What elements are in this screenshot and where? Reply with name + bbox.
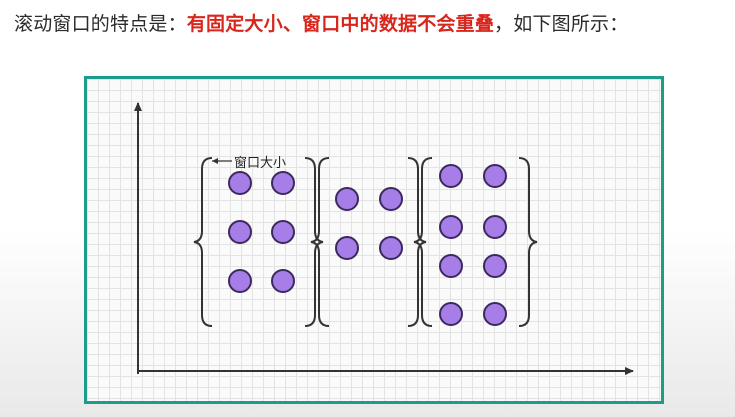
data-dot xyxy=(439,215,463,239)
data-dot xyxy=(379,236,403,260)
window-size-label: 窗口大小 xyxy=(234,155,286,171)
data-dot xyxy=(271,269,295,293)
window-2-dots xyxy=(335,187,403,260)
data-dot xyxy=(483,215,507,239)
data-dot xyxy=(439,254,463,278)
window-3-dots xyxy=(439,164,507,326)
data-dot xyxy=(228,220,252,244)
data-dot xyxy=(335,236,359,260)
data-dot xyxy=(271,171,295,195)
heading-prefix: 滚动窗口的特点是： xyxy=(14,13,187,35)
data-dot xyxy=(271,220,295,244)
window-3-right-brace xyxy=(518,157,538,327)
diagram-frame: 窗口大小 xyxy=(84,76,664,404)
heading-emphasis: 有固定大小、窗口中的数据不会重叠 xyxy=(186,13,495,35)
data-dot xyxy=(335,187,359,211)
diagram-canvas: 窗口大小 xyxy=(134,102,634,375)
window-1-dots xyxy=(228,171,295,293)
data-dot xyxy=(228,269,252,293)
heading-suffix: ，如下图所示： xyxy=(494,13,629,35)
heading: 滚动窗口的特点是：有固定大小、窗口中的数据不会重叠，如下图所示： xyxy=(14,9,628,36)
data-dot xyxy=(379,187,403,211)
data-dot xyxy=(439,302,463,326)
data-dot xyxy=(439,164,463,188)
window-1-left-brace xyxy=(193,157,213,327)
data-dot xyxy=(228,171,252,195)
data-dot xyxy=(483,302,507,326)
data-dot xyxy=(483,164,507,188)
data-dot xyxy=(483,254,507,278)
